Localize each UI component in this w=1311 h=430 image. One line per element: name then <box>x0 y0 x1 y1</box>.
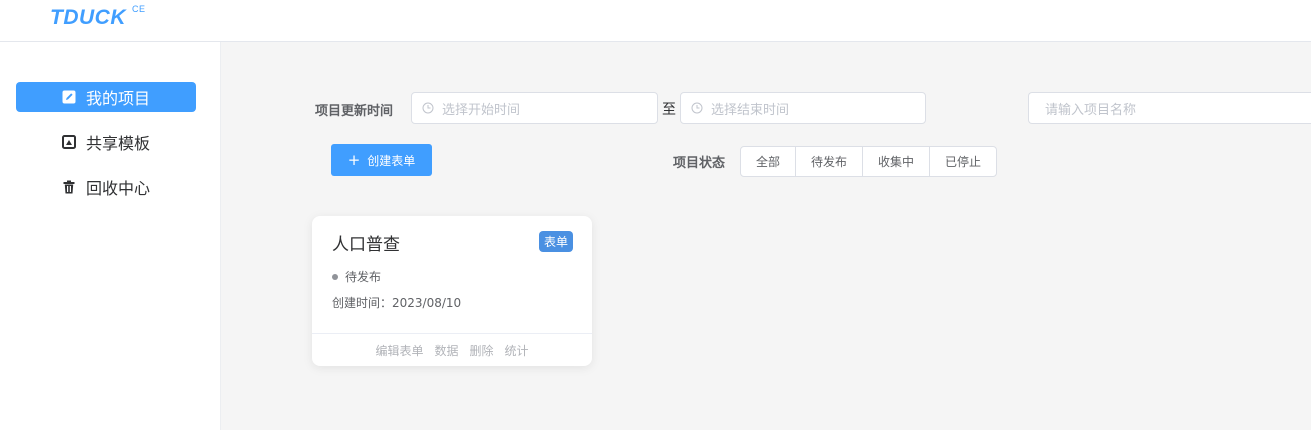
card-actions: 编辑表单 数据 删除 统计 <box>312 334 592 366</box>
trash-icon <box>63 180 75 194</box>
sidebar-item-label: 共享模板 <box>86 134 151 153</box>
edit-form-link[interactable]: 编辑表单 <box>375 342 423 359</box>
status-filter-pending[interactable]: 待发布 <box>796 147 863 176</box>
start-date-input[interactable]: 选择开始时间 <box>411 92 658 124</box>
create-form-button[interactable]: + 创建表单 <box>331 144 432 176</box>
clock-icon <box>422 102 434 114</box>
statistics-link[interactable]: 统计 <box>505 342 529 359</box>
plus-icon: + <box>347 150 361 169</box>
status-filter-group: 全部 待发布 收集中 已停止 <box>740 146 997 177</box>
data-link[interactable]: 数据 <box>434 342 458 359</box>
project-status-label: 项目状态 <box>673 156 726 171</box>
status-filter-stopped[interactable]: 已停止 <box>930 147 996 176</box>
create-form-label: 创建表单 <box>367 153 416 168</box>
logo-text: TDUCK <box>50 6 126 29</box>
sidebar-item-recycle-center[interactable]: 回收中心 <box>16 172 196 202</box>
end-date-placeholder: 选择结束时间 <box>711 102 790 118</box>
top-bar: TDUCK CE <box>0 0 1311 42</box>
end-date-input[interactable]: 选择结束时间 <box>680 92 926 124</box>
status-dot-icon <box>332 273 338 280</box>
range-separator: 至 <box>662 102 676 118</box>
main-content: 项目更新时间 选择开始时间 至 选择结束时间 请输入项目名称 + 创建表单 项目… <box>221 42 1311 430</box>
project-type-tag: 表单 <box>539 231 573 252</box>
delete-link[interactable]: 删除 <box>470 342 494 359</box>
project-title: 人口普查 <box>332 235 400 255</box>
project-status: 待发布 <box>332 268 381 285</box>
sidebar-item-my-projects[interactable]: 我的项目 <box>16 82 196 112</box>
project-status-text: 待发布 <box>345 270 382 284</box>
sidebar-item-shared-templates[interactable]: 共享模板 <box>16 127 196 157</box>
start-date-placeholder: 选择开始时间 <box>442 102 521 118</box>
app-logo[interactable]: TDUCK CE <box>50 4 145 30</box>
edit-icon <box>62 90 76 104</box>
status-filter-all[interactable]: 全部 <box>741 147 796 176</box>
sidebar-item-label: 我的项目 <box>86 89 151 108</box>
status-filter-collecting[interactable]: 收集中 <box>863 147 930 176</box>
project-card[interactable]: 人口普查 表单 待发布 创建时间：2023/08/10 编辑表单 数据 删除 统… <box>312 216 592 366</box>
clock-icon <box>691 102 703 114</box>
sidebar-item-label: 回收中心 <box>86 179 151 198</box>
project-created-date: 创建时间：2023/08/10 <box>332 296 462 310</box>
search-placeholder: 请输入项目名称 <box>1045 102 1137 118</box>
template-icon <box>62 135 76 149</box>
logo-superscript: CE <box>132 4 146 14</box>
sidebar: 我的项目 共享模板 回收中心 <box>0 42 221 430</box>
project-name-search-input[interactable]: 请输入项目名称 <box>1028 92 1311 124</box>
update-time-label: 项目更新时间 <box>315 104 394 119</box>
